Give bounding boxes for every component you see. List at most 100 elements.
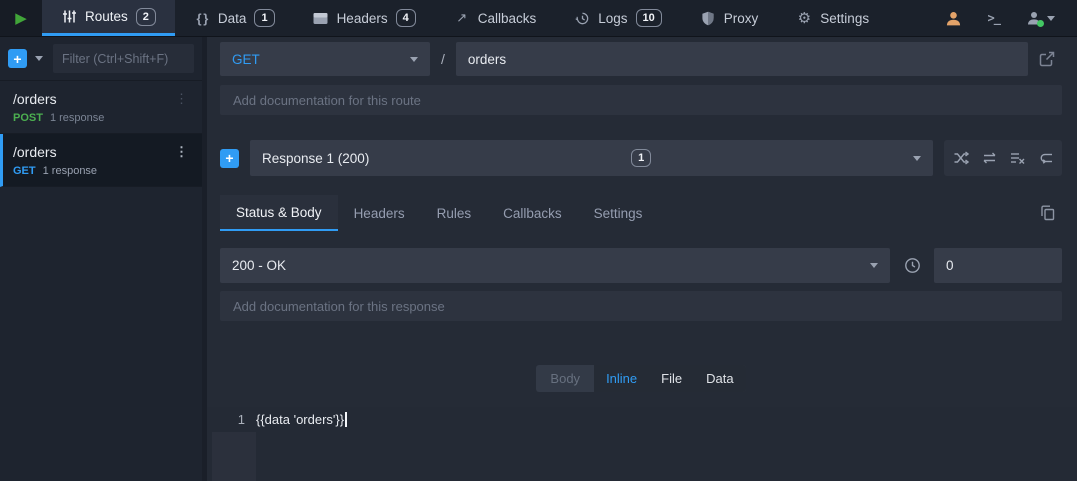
braces-icon: { }: [194, 10, 210, 26]
gear-icon: ⚙: [796, 10, 812, 26]
route-meta: 1 response: [43, 165, 97, 177]
latency-input[interactable]: [934, 248, 1062, 283]
routes-sidebar: + /orders ⋮ POST 1 response /orders ⋮: [0, 37, 202, 481]
account-icon: [1026, 10, 1042, 26]
route-path: /orders: [13, 91, 171, 107]
tab-proxy-label: Proxy: [724, 11, 759, 26]
tab-routes[interactable]: Routes 2: [42, 0, 175, 36]
add-response-button[interactable]: +: [220, 149, 239, 168]
method-select[interactable]: GET: [220, 42, 430, 76]
tab-response-callbacks[interactable]: Callbacks: [487, 195, 578, 231]
disable-rules-button[interactable]: [1003, 143, 1031, 173]
tab-data-label: Data: [218, 11, 247, 26]
response-count-badge: 1: [631, 149, 651, 167]
profile-avatar-button[interactable]: [945, 10, 962, 27]
top-nav: Routes 2 { } Data 1 Headers 4 ↗ Callback…: [42, 0, 888, 36]
tab-response-headers-label: Headers: [354, 206, 405, 221]
start-server-button[interactable]: ▶: [0, 0, 42, 36]
sidebar-header: +: [0, 37, 202, 81]
sequential-response-button[interactable]: [975, 143, 1003, 173]
routes-filter-input[interactable]: [53, 44, 194, 73]
method-select-value: GET: [232, 52, 260, 67]
tab-response-headers[interactable]: Headers: [338, 195, 421, 231]
top-bar: ▶ Routes 2 { } Data 1 Headers 4: [0, 0, 1077, 37]
tab-headers-label: Headers: [337, 11, 388, 26]
response-select[interactable]: Response 1 (200) 1: [250, 140, 933, 176]
chevron-down-icon: [1047, 16, 1055, 21]
list-x-icon: [1010, 151, 1025, 165]
route-editor-panel: GET / + Response: [207, 37, 1077, 481]
route-method-badge: GET: [13, 165, 36, 177]
latency-clock-button[interactable]: [899, 253, 925, 279]
tab-logs[interactable]: Logs 10: [555, 0, 681, 36]
chevron-down-icon: [913, 156, 921, 161]
response-select-value: Response 1 (200): [262, 151, 369, 166]
avatar-icon: [945, 10, 962, 27]
tab-data[interactable]: { } Data 1: [175, 0, 294, 36]
response-documentation-input[interactable]: [220, 291, 1062, 321]
tab-response-settings[interactable]: Settings: [578, 195, 659, 231]
add-route-menu-caret[interactable]: [35, 56, 43, 61]
body-mode-file[interactable]: File: [649, 365, 694, 392]
tab-proxy[interactable]: Proxy: [681, 0, 778, 36]
account-menu-button[interactable]: [1026, 10, 1055, 26]
tab-response-callbacks-label: Callbacks: [503, 206, 562, 221]
tab-headers[interactable]: Headers 4: [294, 0, 435, 36]
status-code-select[interactable]: 200 - OK: [220, 248, 890, 283]
open-in-browser-button[interactable]: [1032, 44, 1062, 74]
route-menu-icon[interactable]: ⋮: [171, 91, 192, 106]
route-method-badge: POST: [13, 112, 43, 124]
route-path-input[interactable]: [456, 42, 1028, 76]
shuffle-icon: [954, 151, 969, 165]
route-documentation-input[interactable]: [220, 85, 1062, 115]
logs-count-badge: 10: [636, 9, 662, 27]
command-palette-button[interactable]: >_: [988, 11, 1000, 25]
random-response-button[interactable]: [947, 143, 975, 173]
body-code-editor[interactable]: 1 {{data 'orders'}}: [207, 407, 1077, 481]
data-count-badge: 1: [254, 9, 274, 27]
top-bar-right: >_: [945, 0, 1077, 36]
route-menu-icon[interactable]: ⋮: [171, 144, 192, 159]
external-link-icon: [1039, 51, 1055, 67]
body-mode-label: Body: [536, 365, 594, 392]
clock-icon: [904, 257, 921, 274]
terminal-icon: >_: [988, 11, 1000, 25]
route-item-orders-get[interactable]: /orders ⋮ GET 1 response: [0, 134, 202, 187]
tab-settings-label: Settings: [820, 11, 869, 26]
headers-count-badge: 4: [396, 9, 416, 27]
copy-response-button[interactable]: [1032, 195, 1062, 231]
line-number: 1: [207, 412, 256, 427]
tab-status-body[interactable]: Status & Body: [220, 195, 338, 231]
history-clock-icon: [574, 10, 590, 26]
tab-callbacks-label: Callbacks: [478, 11, 537, 26]
text-cursor: [345, 412, 347, 427]
mockoon-window: ▶ Routes 2 { } Data 1 Headers 4: [0, 0, 1077, 481]
tab-rules[interactable]: Rules: [421, 195, 488, 231]
tab-callbacks[interactable]: ↗ Callbacks: [435, 0, 556, 36]
editor-code: {{data 'orders'}}: [256, 412, 344, 427]
chevron-down-icon: [410, 57, 418, 62]
status-code-value: 200 - OK: [232, 258, 286, 273]
plus-icon: +: [13, 52, 21, 66]
add-route-button[interactable]: +: [8, 49, 27, 68]
body-mode-inline[interactable]: Inline: [594, 365, 649, 392]
response-mode-toolbar: [944, 140, 1062, 176]
editor-line-1[interactable]: 1 {{data 'orders'}}: [207, 407, 1077, 432]
tab-logs-label: Logs: [598, 11, 627, 26]
fallback-mode-button[interactable]: [1031, 143, 1059, 173]
plus-icon: +: [225, 151, 233, 165]
tab-response-settings-label: Settings: [594, 206, 643, 221]
tab-routes-label: Routes: [85, 9, 128, 24]
tab-settings[interactable]: ⚙ Settings: [777, 0, 888, 36]
routes-sliders-icon: [61, 9, 77, 25]
route-meta: 1 response: [50, 112, 104, 124]
route-path: /orders: [13, 144, 171, 160]
body-mode-data[interactable]: Data: [694, 365, 745, 392]
body-mode-toggle: Body Inline File Data: [536, 365, 745, 392]
tab-status-body-label: Status & Body: [236, 205, 322, 220]
play-icon: ▶: [15, 11, 27, 26]
arrow-up-right-icon: ↗: [454, 10, 470, 26]
online-status-dot: [1037, 20, 1044, 27]
routes-count-badge: 2: [136, 8, 156, 26]
route-item-orders-post[interactable]: /orders ⋮ POST 1 response: [0, 81, 202, 134]
